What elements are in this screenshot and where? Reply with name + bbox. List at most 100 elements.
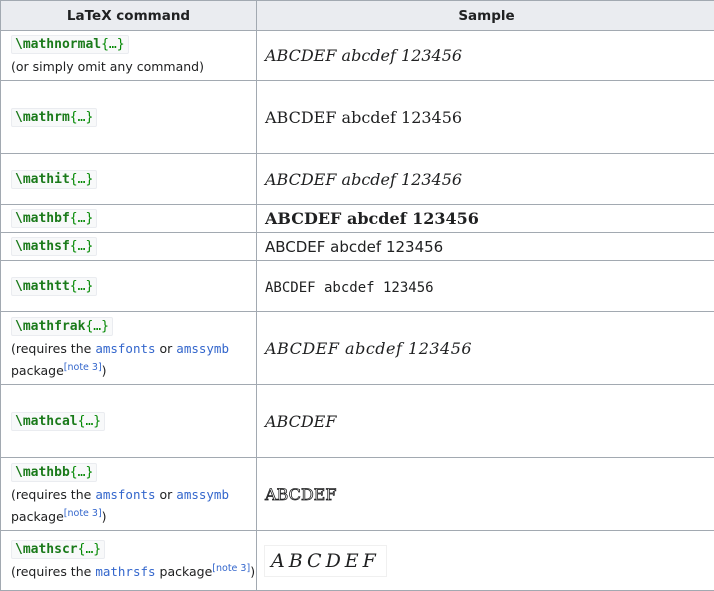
command-name: \mathit — [15, 172, 70, 187]
command-cell: \mathfrak{…} (requires the amsfonts or a… — [1, 312, 257, 385]
sample-text: ABCDEF abcdef 123456 — [265, 280, 434, 296]
command-name: \mathsf — [15, 239, 70, 254]
sample-cell: ABCDEF — [257, 458, 714, 531]
command-name: \mathbb — [15, 465, 70, 480]
latex-font-table: LaTeX command Sample \mathnormal{…} (or … — [0, 0, 714, 591]
sample-cell: ABCDEF abcdef 123456 — [257, 205, 714, 233]
or-text: or — [160, 487, 173, 502]
command-args: {…} — [101, 37, 124, 52]
column-header-command[interactable]: LaTeX command — [1, 1, 257, 31]
command-name: \mathcal — [15, 414, 78, 429]
sample-cell: ABCDEF abcdef 123456 — [257, 233, 714, 261]
close-paren: ) — [102, 363, 107, 378]
sample-text: ABCDEF abcdef 123456 — [265, 46, 462, 65]
command-code: \mathbb{…} — [11, 463, 97, 482]
requirement-note: (requires the amsfonts or amssymb — [11, 484, 256, 506]
command-name: \mathrm — [15, 110, 70, 125]
table-row: \mathsf{…} ABCDEF abcdef 123456 — [1, 233, 714, 261]
sample-text: ABCDEF — [265, 412, 336, 431]
table-row: \mathbf{…} ABCDEF abcdef 123456 — [1, 205, 714, 233]
requirement-note-end: package[note 3]) — [11, 360, 256, 382]
command-cell: \mathit{…} — [1, 154, 257, 205]
command-code: \mathbf{…} — [11, 209, 97, 228]
sample-cell: ABCDEF abcdef 123456 — [257, 261, 714, 312]
sample-cell: ABCDEF abcdef 123456 — [257, 81, 714, 154]
command-cell: \mathsf{…} — [1, 233, 257, 261]
package-link-amssymb[interactable]: amssymb — [176, 487, 229, 502]
sample-text: ABCDEF abcdef 123456 — [265, 339, 472, 358]
command-code: \mathnormal{…} — [11, 35, 129, 54]
command-name: \mathscr — [15, 542, 78, 557]
command-name: \mathtt — [15, 279, 70, 294]
table-row: \mathfrak{…} (requires the amsfonts or a… — [1, 312, 714, 385]
command-code: \mathtt{…} — [11, 277, 97, 296]
sample-text: ABCDEF abcdef 123456 — [265, 238, 443, 256]
footnote-link[interactable]: [note 3] — [64, 361, 102, 372]
sample-image: ABCDEF — [265, 546, 386, 576]
command-code: \mathcal{…} — [11, 412, 105, 431]
command-args: {…} — [70, 465, 93, 480]
command-args: {…} — [78, 414, 101, 429]
package-link-mathrsfs[interactable]: mathrsfs — [95, 564, 155, 579]
sample-cell: ABCDEF abcdef 123456 — [257, 31, 714, 81]
command-args: {…} — [70, 211, 93, 226]
package-word: package — [11, 509, 64, 524]
command-args: {…} — [70, 110, 93, 125]
or-text: or — [160, 341, 173, 356]
requirement-text: (requires the — [11, 341, 91, 356]
table-row: \mathrm{…} ABCDEF abcdef 123456 — [1, 81, 714, 154]
command-cell: \mathbf{…} — [1, 205, 257, 233]
table-row: \mathscr{…} (requires the mathrsfs packa… — [1, 531, 714, 591]
command-name: \mathfrak — [15, 319, 85, 334]
close-paren: ) — [102, 509, 107, 524]
requirement-text: (requires the — [11, 487, 91, 502]
sample-text: ABCDEF — [265, 485, 336, 504]
sample-text: ABCDEF — [271, 550, 380, 572]
command-cell: \mathrm{…} — [1, 81, 257, 154]
sample-text: ABCDEF abcdef 123456 — [265, 108, 462, 127]
command-code: \mathsf{…} — [11, 237, 97, 256]
sample-text: ABCDEF abcdef 123456 — [265, 209, 479, 228]
sample-cell: ABCDEF — [257, 531, 714, 591]
command-cell: \mathbb{…} (requires the amsfonts or ams… — [1, 458, 257, 531]
table-row: \mathit{…} ABCDEF abcdef 123456 — [1, 154, 714, 205]
command-cell: \mathcal{…} — [1, 385, 257, 458]
command-args: {…} — [70, 279, 93, 294]
package-link-amsfonts[interactable]: amsfonts — [95, 341, 155, 356]
command-args: {…} — [85, 319, 108, 334]
command-name: \mathbf — [15, 211, 70, 226]
sample-cell: ABCDEF — [257, 385, 714, 458]
table-row: \mathcal{…} ABCDEF — [1, 385, 714, 458]
package-link-amsfonts[interactable]: amsfonts — [95, 487, 155, 502]
package-word: package — [11, 363, 64, 378]
sample-text: ABCDEF abcdef 123456 — [265, 170, 462, 189]
command-cell: \mathtt{…} — [1, 261, 257, 312]
requirement-note: (requires the mathrsfs package[note 3]) — [11, 561, 256, 583]
requirement-note: (requires the amsfonts or amssymb — [11, 338, 256, 360]
requirement-text: (requires the — [11, 564, 91, 579]
table-row: \mathnormal{…} (or simply omit any comma… — [1, 31, 714, 81]
table-row: \mathbb{…} (requires the amsfonts or ams… — [1, 458, 714, 531]
column-header-sample[interactable]: Sample — [257, 1, 714, 31]
package-link-amssymb[interactable]: amssymb — [176, 341, 229, 356]
table-row: \mathtt{…} ABCDEF abcdef 123456 — [1, 261, 714, 312]
close-paren: ) — [250, 564, 255, 579]
package-word: package — [160, 564, 213, 579]
command-cell: \mathnormal{…} (or simply omit any comma… — [1, 31, 257, 81]
footnote-link[interactable]: [note 3] — [212, 563, 250, 574]
footnote-link[interactable]: [note 3] — [64, 507, 102, 518]
command-args: {…} — [78, 542, 101, 557]
sample-cell: ABCDEF abcdef 123456 — [257, 154, 714, 205]
sample-cell: ABCDEF abcdef 123456 — [257, 312, 714, 385]
command-code: \mathrm{…} — [11, 108, 97, 127]
command-note: (or simply omit any command) — [11, 56, 256, 78]
command-code: \mathfrak{…} — [11, 317, 113, 336]
requirement-note-end: package[note 3]) — [11, 506, 256, 528]
command-code: \mathit{…} — [11, 170, 97, 189]
table-header-row: LaTeX command Sample — [1, 1, 714, 31]
command-args: {…} — [70, 172, 93, 187]
command-name: \mathnormal — [15, 37, 101, 52]
command-args: {…} — [70, 239, 93, 254]
command-cell: \mathscr{…} (requires the mathrsfs packa… — [1, 531, 257, 591]
command-code: \mathscr{…} — [11, 540, 105, 559]
